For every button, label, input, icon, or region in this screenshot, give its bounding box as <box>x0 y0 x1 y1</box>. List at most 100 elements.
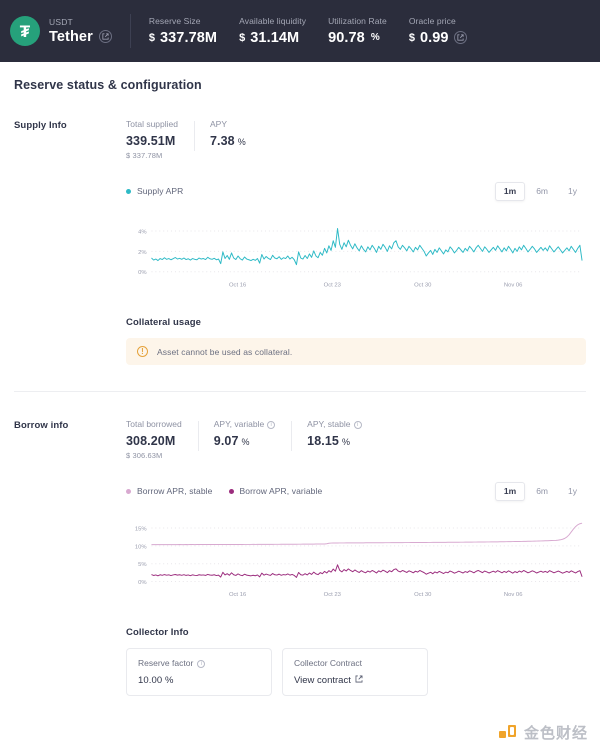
header-stat-value: $31.14M <box>239 30 306 46</box>
x-axis-tick-label: Nov 06 <box>504 282 523 288</box>
supply-apr-chart-svg: 0% 2% 4% Oct 16 Oct 23 Oct 30 Nov 06 <box>138 227 583 288</box>
supply-metrics: Total supplied 339.51M $ 337.78M APY 7.38% <box>126 118 586 160</box>
metric-label: Total borrowed <box>126 418 182 431</box>
x-axis-tick-label: Oct 30 <box>414 592 432 598</box>
borrow-metric-1: APY, variable i 9.07% <box>197 418 291 451</box>
borrow-metrics: Total borrowed 308.20M $ 306.63M APY, varia… <box>126 418 586 460</box>
currency-symbol: $ <box>148 31 155 44</box>
supply-range-1y[interactable]: 1y <box>559 182 586 201</box>
reserve-card: Reserve status & configuration Supply In… <box>0 62 600 753</box>
metric-number: 9.07 <box>213 433 239 448</box>
header-divider <box>129 14 131 48</box>
metric-number: 7.38 <box>209 133 235 148</box>
metric-value: 9.07% <box>214 434 275 448</box>
x-axis-tick-label: Oct 23 <box>324 592 341 598</box>
collector-card-1: Collector Contract View contract <box>282 648 428 696</box>
x-axis-tick-label: Nov 06 <box>504 592 523 598</box>
borrow-legend-item-0[interactable]: Borrow APR, stable <box>126 486 213 496</box>
metric-subvalue: $ 337.78M <box>126 150 163 160</box>
borrow-range-toggle[interactable]: 1m 6m 1y <box>494 481 586 501</box>
collector-card-0: Reserve factor i 10.00 % <box>126 648 272 696</box>
collector-info-title: Collector Info <box>126 627 189 639</box>
info-icon[interactable]: i <box>353 420 362 429</box>
page-title: Reserve status & configuration <box>14 78 202 92</box>
borrow-apr-chart-svg: 0% 5% 10% 15% Oct 16 Oct 23 Oct 30 Nov 06 <box>135 522 583 598</box>
collector-card-label-text: Collector Contract <box>294 658 363 669</box>
legend-label: Supply APR <box>137 186 184 197</box>
legend-color-dot <box>126 488 131 494</box>
supply-range-6m[interactable]: 6m <box>527 182 557 201</box>
token-identity[interactable]: ₮ USDT Tether <box>10 16 130 46</box>
usdt-token-icon: ₮ <box>10 16 40 46</box>
currency-symbol: $ <box>408 31 415 44</box>
supply-range-1m[interactable]: 1m <box>494 181 526 201</box>
series-line-borrow-apr-stable <box>151 522 583 546</box>
header-stats: Reserve Size $337.78M Available liquidity $… <box>149 16 489 46</box>
metric-label-text: Total supplied <box>126 119 178 129</box>
y-axis-tick-label: 5% <box>138 562 146 568</box>
header-stat-label: Oracle price <box>408 16 456 27</box>
collateral-alert-text: Asset cannot be used as collateral. <box>157 346 293 357</box>
watermark-logo-icon <box>498 723 518 743</box>
header-stat-label: Reserve Size <box>148 16 201 27</box>
supply-section-label: Supply Info <box>14 120 67 131</box>
external-link-icon[interactable] <box>98 30 112 44</box>
y-axis-tick-label: 4% <box>138 229 146 235</box>
view-contract-link[interactable]: View contract <box>294 675 416 686</box>
watermark-text: 金色财经 <box>523 725 588 742</box>
header-stat-0: Reserve Size $337.78M <box>149 16 239 46</box>
borrow-metric-0: Total borrowed 308.20M $ 306.63M <box>126 418 198 460</box>
header-stat-value: $337.78M <box>149 30 217 46</box>
supply-range-toggle[interactable]: 1m 6m 1y <box>494 181 586 201</box>
header-stat-1: Available liquidity $31.14M <box>239 16 328 46</box>
metric-label-text: APY, variable <box>213 419 265 430</box>
watermark: 金色财经 <box>498 722 588 743</box>
y-axis-tick-label: 0% <box>138 270 146 276</box>
collateral-usage-title: Collateral usage <box>126 317 201 329</box>
supply-legend-item-0[interactable]: Supply APR <box>126 186 183 196</box>
y-axis-tick-label: 10% <box>135 544 147 550</box>
borrow-metric-2: APY, stable i 18.15% <box>291 418 377 451</box>
legend-label: Borrow APR, stable <box>137 486 213 497</box>
collateral-alert: ! Asset cannot be used as collateral. <box>126 338 586 366</box>
supply-metric-0: Total supplied 339.51M $ 337.78M <box>126 118 194 160</box>
stat-number: 337.78M <box>159 29 218 46</box>
borrow-chart-legend: Borrow APR, stable Borrow APR, variable <box>126 486 322 496</box>
borrow-range-6m[interactable]: 6m <box>527 482 557 501</box>
borrow-range-1m[interactable]: 1m <box>494 481 526 501</box>
collector-card-value: 10.00 % <box>138 674 174 686</box>
stat-number: 90.78 <box>328 29 365 46</box>
supply-chart-legend: Supply APR <box>126 186 183 196</box>
metric-label-text: Total borrowed <box>126 419 182 430</box>
y-axis-tick-label: 2% <box>138 250 146 256</box>
metric-label: Total supplied <box>126 118 178 131</box>
metric-label-text: APY, stable <box>307 419 351 430</box>
supply-info-section: Supply Info Total supplied 339.51M $ 337.7… <box>14 92 586 366</box>
collector-card-label-text: Reserve factor <box>138 658 194 669</box>
borrow-range-1y[interactable]: 1y <box>559 482 586 501</box>
legend-color-dot <box>126 188 131 194</box>
warning-icon: ! <box>137 346 148 358</box>
metric-value: 7.38% <box>210 134 246 148</box>
metric-number: 18.15 <box>307 433 339 448</box>
info-icon[interactable]: i <box>197 659 206 668</box>
metric-label: APY <box>210 118 246 131</box>
borrow-info-section: Borrow info Total borrowed 308.20M $ 306.6… <box>14 392 586 696</box>
metric-subvalue: $ 306.63M <box>126 450 163 460</box>
metric-label: APY, stable i <box>307 418 362 431</box>
borrow-chart-block: Borrow APR, stable Borrow APR, variable 1… <box>126 481 586 601</box>
header-stat-label: Utilization Rate <box>328 16 387 27</box>
x-axis-tick-label: Oct 16 <box>229 592 246 598</box>
x-axis-tick-label: Oct 16 <box>229 282 246 288</box>
info-icon[interactable]: i <box>267 420 276 429</box>
external-link-icon <box>355 675 363 686</box>
header-stat-value: 90.78% <box>328 30 387 46</box>
metric-value: 339.51M <box>126 134 178 148</box>
series-line-borrow-apr-variable <box>151 564 583 578</box>
metric-number: 308.20M <box>126 433 176 448</box>
metric-unit: % <box>241 436 250 447</box>
oracle-external-link-icon[interactable] <box>453 31 467 45</box>
metric-number: 339.51M <box>126 133 176 148</box>
stat-unit: % <box>370 32 380 44</box>
borrow-legend-item-1[interactable]: Borrow APR, variable <box>228 486 323 496</box>
